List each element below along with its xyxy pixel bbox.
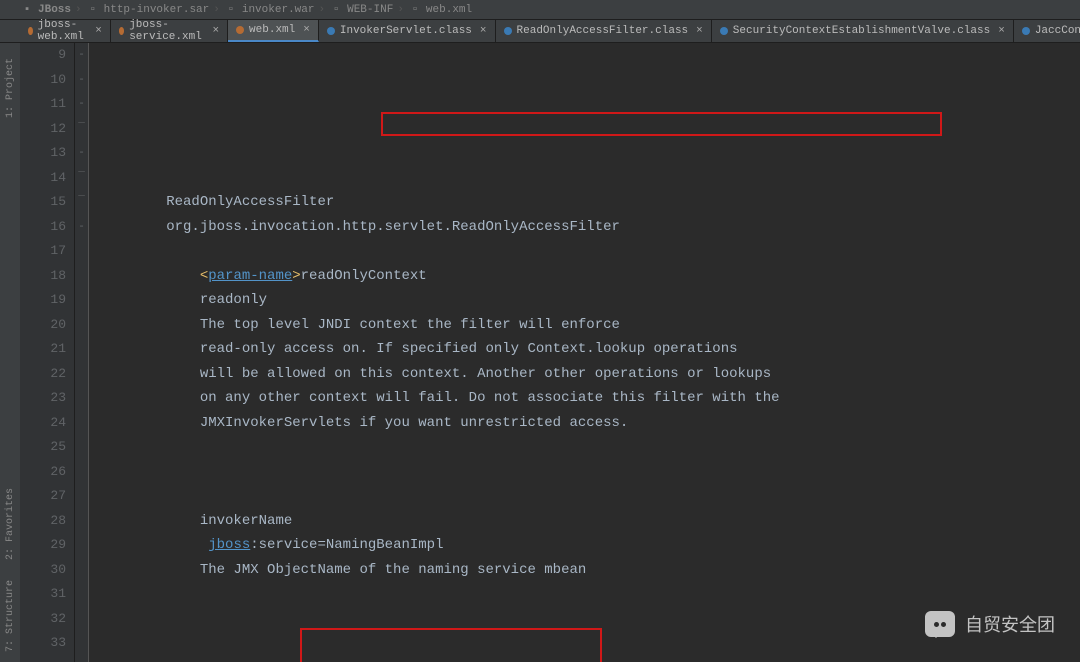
chevron-right-icon: › xyxy=(75,4,82,16)
watermark: 自贸安全团 xyxy=(925,611,1055,637)
code-line[interactable] xyxy=(99,239,1080,264)
chevron-right-icon: › xyxy=(318,4,325,16)
folder-icon: ▫ xyxy=(86,4,100,16)
highlight-box xyxy=(381,112,942,136)
code-line[interactable] xyxy=(99,484,1080,509)
chevron-right-icon: › xyxy=(397,4,404,16)
code-line[interactable]: ReadOnlyAccessFilter xyxy=(99,190,1080,215)
main-area: 1: Project 2: Favorites 7: Structure 910… xyxy=(0,43,1080,662)
class-icon xyxy=(327,27,335,35)
close-icon[interactable]: × xyxy=(95,25,102,37)
code-line[interactable] xyxy=(99,656,1080,662)
code-line[interactable]: read-only access on. If specified only C… xyxy=(99,337,1080,362)
fold-column[interactable]: ---¯-¯¯- xyxy=(75,43,89,662)
tab-jboss-web-xml[interactable]: jboss-web.xml × xyxy=(20,20,111,42)
editor-tabs: jboss-web.xml × jboss-service.xml × web.xm… xyxy=(0,20,1080,43)
wechat-icon xyxy=(925,611,955,637)
code-line[interactable]: invokerName xyxy=(99,509,1080,534)
code-line[interactable]: jboss:service=NamingBeanImpl xyxy=(99,533,1080,558)
chevron-right-icon: › xyxy=(213,4,220,16)
tab-label: InvokerServlet.class xyxy=(340,25,472,37)
xml-icon xyxy=(236,26,244,34)
code-line[interactable] xyxy=(99,166,1080,191)
tab-readonlyaccessfilter[interactable]: ReadOnlyAccessFilter.class × xyxy=(496,20,712,42)
line-number-gutter[interactable]: 9101112131415161718192021222324252627282… xyxy=(20,43,75,662)
tab-label: jboss-web.xml xyxy=(38,19,88,43)
class-icon xyxy=(1022,27,1030,35)
tab-jacccontext[interactable]: JaccContextValve.class× xyxy=(1014,20,1080,42)
xml-icon xyxy=(119,27,124,35)
class-icon xyxy=(720,27,728,35)
breadcrumb-item[interactable]: WEB-INF xyxy=(347,4,393,16)
tool-structure[interactable]: 7: Structure xyxy=(5,580,16,652)
code-line[interactable]: The top level JNDI context the filter wi… xyxy=(99,313,1080,338)
tab-label: SecurityContextEstablishmentValve.class xyxy=(733,25,990,37)
close-icon[interactable]: × xyxy=(696,25,703,37)
left-tool-strip: 1: Project 2: Favorites 7: Structure xyxy=(0,43,20,662)
breadcrumb: ▪ JBoss › ▫ http-invoker.sar › ▫ invoker… xyxy=(0,0,1080,20)
tool-favorites[interactable]: 2: Favorites xyxy=(5,488,16,560)
close-icon[interactable]: × xyxy=(480,25,487,37)
breadcrumb-root[interactable]: JBoss xyxy=(38,4,71,16)
code-line[interactable] xyxy=(99,141,1080,166)
breadcrumb-item[interactable]: invoker.war xyxy=(242,4,315,16)
code-line[interactable]: will be allowed on this context. Another… xyxy=(99,362,1080,387)
code-line[interactable] xyxy=(99,582,1080,607)
tab-label: JaccContextValve.class xyxy=(1035,25,1080,37)
watermark-text: 自贸安全团 xyxy=(965,611,1055,637)
project-icon: ▪ xyxy=(20,4,34,16)
code-line[interactable]: readonly xyxy=(99,288,1080,313)
code-line[interactable]: The JMX ObjectName of the naming service… xyxy=(99,558,1080,583)
tab-web-xml[interactable]: web.xml × xyxy=(228,20,319,42)
code-line[interactable] xyxy=(99,435,1080,460)
code-line[interactable] xyxy=(99,460,1080,485)
folder-icon: ▫ xyxy=(329,4,343,16)
close-icon[interactable]: × xyxy=(212,25,219,37)
class-icon xyxy=(504,27,512,35)
tool-project[interactable]: 1: Project xyxy=(5,58,16,118)
xml-icon xyxy=(28,27,33,35)
folder-icon: ▫ xyxy=(224,4,238,16)
tab-label: ReadOnlyAccessFilter.class xyxy=(517,25,689,37)
code-line[interactable]: JMXInvokerServlets if you want unrestric… xyxy=(99,411,1080,436)
tab-jboss-service-xml[interactable]: jboss-service.xml × xyxy=(111,20,228,42)
tab-label: jboss-service.xml xyxy=(129,19,204,43)
breadcrumb-item[interactable]: web.xml xyxy=(426,4,472,16)
code-line[interactable]: org.jboss.invocation.http.servlet.ReadOn… xyxy=(99,215,1080,240)
close-icon[interactable]: × xyxy=(303,24,310,36)
code-line[interactable]: on any other context will fail. Do not a… xyxy=(99,386,1080,411)
file-icon: ▫ xyxy=(408,4,422,16)
tab-invokerservlet[interactable]: InvokerServlet.class × xyxy=(319,20,496,42)
close-icon[interactable]: × xyxy=(998,25,1005,37)
tab-securitycontext[interactable]: SecurityContextEstablishmentValve.class × xyxy=(712,20,1014,42)
code-editor[interactable]: ReadOnlyAccessFilter org.jboss.invocatio… xyxy=(89,43,1080,662)
breadcrumb-item[interactable]: http-invoker.sar xyxy=(104,4,210,16)
code-line[interactable]: <param-name>readOnlyContext xyxy=(99,264,1080,289)
tab-label: web.xml xyxy=(249,24,295,36)
